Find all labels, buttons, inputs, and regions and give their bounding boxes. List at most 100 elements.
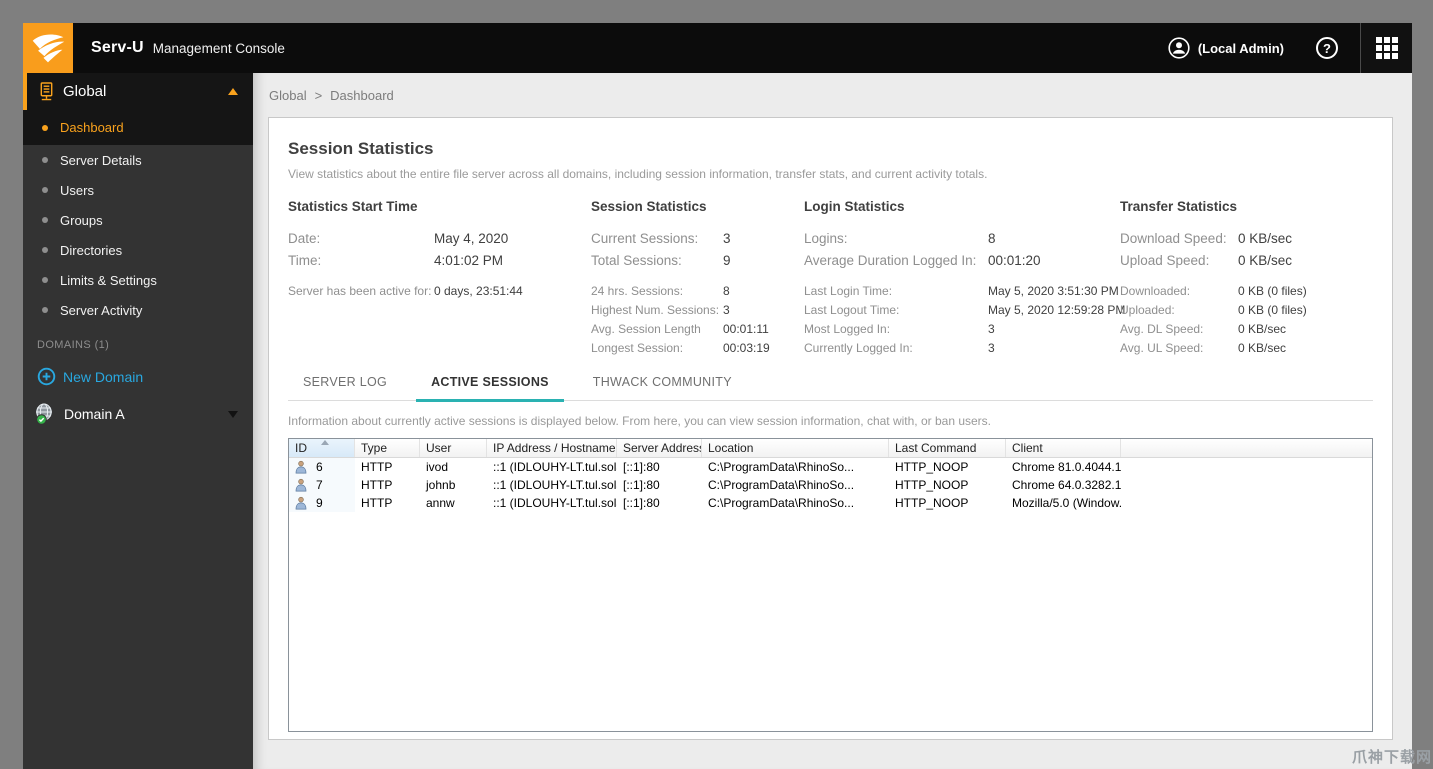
sidebar-item-label: Server Activity: [60, 302, 143, 318]
app-launcher-button[interactable]: [1361, 23, 1412, 73]
local-admin-label: (Local Admin): [1197, 40, 1284, 56]
new-domain-button[interactable]: New Domain: [23, 367, 253, 386]
stat-label: Server has been active for:: [288, 284, 432, 298]
session-statistics-column: Session Statistics Current Sessions: 3 Tot…: [591, 199, 804, 358]
stat-column-header: Session Statistics: [591, 199, 707, 214]
help-glyph: ?: [1323, 40, 1331, 56]
cell-server-address: [::1]:80: [623, 478, 660, 492]
column-header-type[interactable]: Type: [355, 439, 420, 457]
transfer-statistics-column: Transfer Statistics Download Speed: 0 KB/…: [1120, 199, 1373, 358]
table-body: 6 HTTP ivod ::1 (IDLOUHY-LT.tul.solar...…: [289, 458, 1372, 512]
stat-label: Highest Num. Sessions:: [591, 303, 720, 317]
stat-label: Total Sessions:: [591, 253, 682, 268]
cell-type: HTTP: [361, 478, 393, 492]
sidebar-item-label: Dashboard: [60, 120, 124, 135]
column-header-filler: [1121, 439, 1372, 457]
stat-label: Most Logged In:: [804, 322, 891, 336]
cell-ip-hostname: ::1 (IDLOUHY-LT.tul.solar...: [493, 496, 617, 510]
sidebar-item[interactable]: Dashboard: [23, 110, 253, 145]
active-sessions-note: Information about currently active sessi…: [288, 414, 992, 428]
bullet-icon: [42, 157, 48, 163]
stat-value: May 4, 2020: [434, 231, 509, 246]
cell-id: 7: [289, 476, 355, 494]
content-pane: Global > Dashboard Session Statistics Vi…: [253, 73, 1412, 769]
stat-row: Currently Logged In: 3: [804, 339, 1120, 358]
stat-value: 4:01:02 PM: [434, 253, 504, 268]
table-header-row: ID Type User IP Address / Hostname Serve…: [289, 439, 1372, 458]
stat-row: Avg. DL Speed: 0 KB/sec: [1120, 320, 1373, 339]
stat-row: Server has been active for: 0 days, 23:51…: [288, 282, 591, 301]
stat-row: Last Logout Time: May 5, 2020 12:59:28 PM: [804, 301, 1125, 320]
sidebar-item[interactable]: Groups: [23, 205, 253, 235]
tab[interactable]: THWACK COMMUNITY: [593, 375, 732, 402]
stat-label: Downloaded:: [1120, 284, 1191, 298]
stat-value: 0 KB/sec: [1238, 231, 1293, 246]
column-header-ip[interactable]: IP Address / Hostname: [487, 439, 617, 457]
stat-row: Logins: 8: [804, 228, 1120, 250]
domains-section-label: DOMAINS (1): [37, 339, 110, 351]
stat-row: Upload Speed: 0 KB/sec: [1120, 250, 1373, 272]
sidebar-global-header[interactable]: Global: [23, 73, 253, 110]
stat-value: 9: [723, 253, 731, 268]
stat-value: 0 KB/sec: [1238, 322, 1287, 336]
cell-user: johnb: [426, 478, 456, 492]
stat-label: Currently Logged In:: [804, 341, 913, 355]
table-row[interactable]: 6 HTTP ivod ::1 (IDLOUHY-LT.tul.solar...…: [289, 458, 1372, 476]
cell-type: HTTP: [361, 460, 393, 474]
sidebar-item[interactable]: Server Activity: [23, 295, 253, 325]
solarwinds-swirl-icon: [32, 34, 65, 63]
tab[interactable]: SERVER LOG: [303, 375, 387, 402]
cell-client: Mozilla/5.0 (Window...: [1012, 496, 1121, 510]
sidebar-item-domain-a[interactable]: Domain A: [23, 402, 253, 426]
stat-label: Longest Session:: [591, 341, 684, 355]
chevron-up-icon[interactable]: [228, 88, 238, 95]
sidebar-item[interactable]: Server Details: [23, 145, 253, 175]
stat-row: Highest Num. Sessions: 3: [591, 301, 804, 320]
help-button[interactable]: ?: [1316, 37, 1338, 59]
table-row[interactable]: 9 HTTP annw ::1 (IDLOUHY-LT.tul.solar...…: [289, 494, 1372, 512]
stat-label: Avg. UL Speed:: [1120, 341, 1204, 355]
cell-location: C:\ProgramData\RhinoSo...: [708, 460, 855, 474]
stat-label: Average Duration Logged In:: [804, 253, 977, 268]
column-header-last-command[interactable]: Last Command: [889, 439, 1006, 457]
stat-value: 8: [988, 231, 996, 246]
table-row[interactable]: 7 HTTP johnb ::1 (IDLOUHY-LT.tul.solar..…: [289, 476, 1372, 494]
brand-suffix: Management Console: [152, 40, 285, 56]
solarwinds-logo[interactable]: [23, 23, 73, 73]
column-header-label: Type: [361, 441, 388, 455]
session-id: 6: [316, 460, 323, 474]
column-header-location[interactable]: Location: [702, 439, 889, 457]
column-header-id[interactable]: ID: [289, 439, 355, 457]
sidebar-item[interactable]: Users: [23, 175, 253, 205]
column-header-server-address[interactable]: Server Address: [617, 439, 702, 457]
chevron-down-icon[interactable]: [228, 410, 238, 418]
stat-label: Avg. Session Length: [591, 322, 701, 336]
session-id: 9: [316, 496, 323, 510]
column-header-label: Last Command: [895, 441, 977, 455]
stat-value: 0 KB (0 files): [1238, 284, 1307, 298]
cell-id: 9: [289, 494, 355, 512]
cell-client: Chrome 81.0.4044.129: [1012, 460, 1121, 474]
stat-row: Most Logged In: 3: [804, 320, 1120, 339]
column-header-client[interactable]: Client: [1006, 439, 1121, 457]
sidebar-item[interactable]: Directories: [23, 235, 253, 265]
stat-label: Avg. DL Speed:: [1120, 322, 1204, 336]
bullet-icon: [42, 307, 48, 313]
stat-value: 3: [723, 303, 730, 317]
new-domain-label: New Domain: [63, 368, 144, 385]
cell-last-command: HTTP_NOOP: [895, 478, 969, 492]
tab[interactable]: ACTIVE SESSIONS: [416, 375, 564, 402]
stat-value: 0 KB (0 files): [1238, 303, 1307, 317]
user-circle-icon: [1168, 37, 1190, 59]
sidebar-global-label: Global: [63, 83, 107, 100]
cell-last-command: HTTP_NOOP: [895, 460, 969, 474]
column-header-user[interactable]: User: [420, 439, 487, 457]
breadcrumb-global[interactable]: Global: [269, 88, 307, 103]
stat-row: Last Login Time: May 5, 2020 3:51:30 PM: [804, 282, 1120, 301]
cell-user: ivod: [426, 460, 449, 474]
stat-label: Uploaded:: [1120, 303, 1175, 317]
dashboard-card: Session Statistics View statistics about…: [268, 117, 1393, 740]
cell-type: HTTP: [361, 496, 393, 510]
sidebar-item[interactable]: Limits & Settings: [23, 265, 253, 295]
account-menu[interactable]: (Local Admin): [1168, 37, 1284, 59]
